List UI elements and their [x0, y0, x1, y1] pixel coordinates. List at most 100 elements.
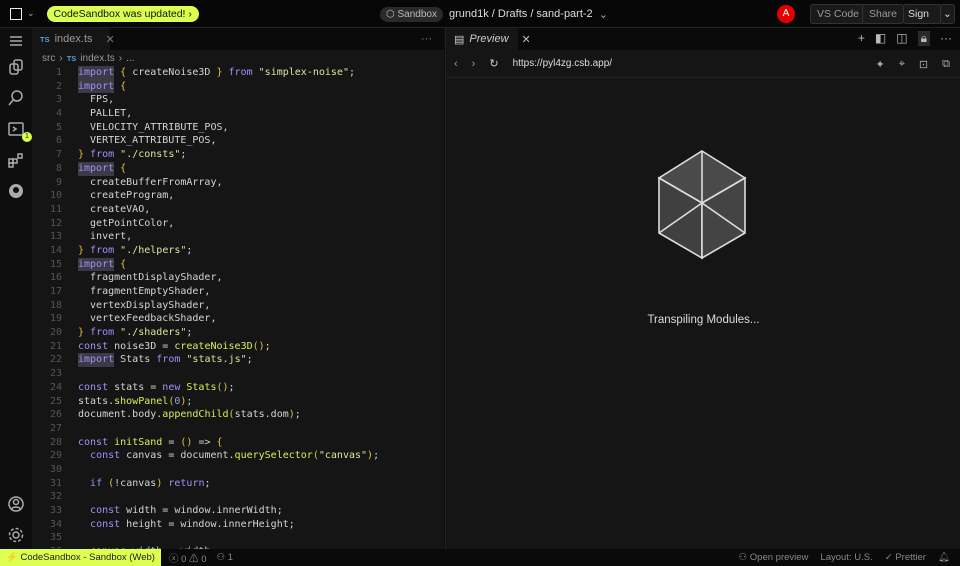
code-line[interactable]: 29 const canvas = document. querySelector…	[32, 449, 444, 463]
tab-index-ts[interactable]: TS index.ts ✕	[32, 28, 115, 50]
remote-status-button[interactable]: ⚡ CodeSandbox - Sandbox (Web)	[0, 549, 161, 566]
code-line[interactable]: 10 createProgram,	[32, 189, 444, 203]
refresh-icon[interactable]: ↻	[489, 57, 498, 70]
ports-button[interactable]: ⚇ 1	[216, 552, 232, 563]
split-view-icon[interactable]: ◫	[896, 31, 907, 46]
crosshair-icon[interactable]: ⌖	[899, 58, 905, 71]
sparkle-icon[interactable]: ✦	[876, 58, 885, 71]
extensions-icon[interactable]	[7, 151, 25, 169]
code-line[interactable]: 21 const noise3D = createNoise3D();	[32, 340, 444, 354]
code-editor[interactable]: TS index.ts ✕ ··· src › TS index.ts › ... 1 im…	[32, 28, 444, 557]
code-line[interactable]: 22 import Stats from "stats.js";	[32, 353, 444, 368]
code-line[interactable]: 4 PALLET,	[32, 107, 444, 121]
sign-in-dropdown[interactable]: ⌄	[940, 4, 955, 24]
code-line[interactable]: 12 getPointColor,	[32, 217, 444, 231]
files-icon[interactable]	[7, 58, 25, 76]
open-preview-button[interactable]: ⚇ Open preview	[739, 552, 809, 563]
code-line[interactable]: 31 if (!canvas) return;	[32, 477, 444, 491]
code-line[interactable]: 3 FPS,	[32, 93, 444, 107]
search-icon[interactable]	[7, 89, 25, 107]
code-token: ;	[348, 67, 355, 78]
code-line[interactable]: 6 VERTEX_ATTRIBUTE_POS,	[32, 134, 444, 148]
code-line[interactable]: 9 createBufferFromArray,	[32, 176, 444, 190]
tab-preview[interactable]: ▤ Preview ✕	[446, 28, 531, 50]
code-line[interactable]: 11 createVAO,	[32, 203, 444, 217]
update-label: CodeSandbox was updated!	[53, 7, 186, 20]
line-number: 35	[49, 532, 62, 544]
notifications-bell-icon[interactable]: 🔔︎	[938, 552, 950, 563]
code-line[interactable]: 15 import {	[32, 257, 444, 272]
open-new-window-icon[interactable]: ⧉	[942, 58, 950, 71]
share-button[interactable]: Share	[862, 4, 905, 24]
code-line[interactable]: 8 import {	[32, 161, 444, 176]
sign-in-button[interactable]: Sign In	[903, 4, 942, 38]
menu-icon[interactable]	[7, 32, 25, 50]
update-notice-button[interactable]: CodeSandbox was updated! ›	[46, 5, 199, 22]
code-line[interactable]: 14} from "./helpers";	[32, 244, 444, 258]
line-number: 18	[49, 299, 62, 311]
code-line[interactable]: 19 vertexFeedbackShader,	[32, 312, 444, 326]
code-line[interactable]: 33 const width = window.innerWidth;	[32, 504, 444, 518]
more-icon[interactable]: ···	[940, 31, 952, 46]
code-token: from	[228, 67, 253, 78]
code-line[interactable]: 23	[32, 367, 444, 381]
close-icon[interactable]: ✕	[522, 33, 531, 46]
breadcrumb-file[interactable]: index.ts	[80, 53, 114, 64]
code-line[interactable]: 7} from "./consts";	[32, 148, 444, 162]
problems-button[interactable]: ⓧ 0 ⚠ 0	[169, 551, 207, 565]
code-line[interactable]: 17 fragmentEmptyShader,	[32, 285, 444, 299]
code-line[interactable]: 1 import { createNoise3D } from "simplex-…	[32, 66, 444, 80]
toggle-panel-icon[interactable]: ◧	[875, 31, 886, 46]
code-line[interactable]: 16 fragmentDisplayShader,	[32, 271, 444, 285]
code-token: fragmentDisplayShader,	[78, 272, 223, 284]
code-line[interactable]: 32	[32, 490, 444, 504]
close-icon[interactable]: ✕	[106, 33, 115, 46]
account-icon[interactable]	[7, 495, 25, 513]
code-line[interactable]: 13 invert,	[32, 230, 444, 244]
breadcrumb-path[interactable]: grund1k / Drafts / sand-part-2	[449, 8, 593, 20]
code-line[interactable]: 24 const stats = new Stats();	[32, 381, 444, 395]
console-icon[interactable]: ⊡	[919, 58, 928, 71]
code-line[interactable]: 27	[32, 422, 444, 436]
add-icon[interactable]: +	[858, 31, 865, 46]
code-line[interactable]: 30	[32, 463, 444, 477]
codesandbox-loading-cube-icon	[657, 150, 747, 260]
chevron-down-icon[interactable]: ⌄	[27, 8, 35, 19]
terminal-icon[interactable]: 1	[7, 120, 32, 142]
vscode-button[interactable]: VS Code	[810, 4, 867, 24]
more-icon[interactable]: ···	[421, 33, 432, 45]
line-number: 10	[49, 190, 62, 202]
code-line[interactable]: 5 VELOCITY_ATTRIBUTE_POS,	[32, 121, 444, 135]
lock-icon[interactable]: 🔒︎	[917, 31, 930, 46]
code-line[interactable]: 34 const height = window.innerHeight;	[32, 518, 444, 532]
settings-gear-icon[interactable]	[7, 526, 25, 544]
preview-pane: ▤ Preview ✕ + ◧ ◫ 🔒︎ ··· ‹ › ↻ https://pyl…	[445, 28, 960, 549]
code-token: createVAO,	[78, 203, 151, 215]
line-number: 17	[49, 286, 62, 297]
typescript-icon: TS	[66, 53, 77, 63]
code-token: {	[114, 80, 127, 92]
breadcrumb-symbol[interactable]: ...	[126, 53, 134, 64]
code-line[interactable]: 2 import {	[32, 79, 444, 94]
code-line[interactable]: 20} from "./shaders";	[32, 326, 444, 340]
prettier-button[interactable]: ✓ Prettier	[885, 552, 926, 563]
keyboard-layout-button[interactable]: Layout: U.S.	[820, 552, 872, 563]
line-number: 15	[49, 258, 62, 270]
url-input[interactable]: https://pyl4zg.csb.app/	[513, 58, 613, 69]
line-number: 27	[49, 422, 62, 434]
forward-icon[interactable]: ›	[472, 58, 476, 70]
code-token: Stats	[114, 354, 157, 366]
code-line[interactable]: 26 document.body. appendChild(stats.dom);	[32, 408, 444, 422]
code-lines[interactable]: 1 import { createNoise3D } from "simplex-…	[32, 66, 444, 559]
code-line[interactable]: 18 vertexDisplayShader,	[32, 299, 444, 313]
avatar[interactable]: A	[777, 5, 795, 23]
back-icon[interactable]: ‹	[454, 58, 458, 70]
chevron-down-icon[interactable]: ⌄	[599, 8, 608, 21]
breadcrumb-src[interactable]: src	[42, 53, 55, 64]
code-line[interactable]: 25 stats. showPanel(0);	[32, 395, 444, 409]
github-icon[interactable]	[7, 182, 25, 200]
code-line[interactable]: 35	[32, 531, 444, 545]
codesandbox-logo-icon[interactable]	[10, 7, 22, 20]
code-line[interactable]: 28 const initSand = () => {	[32, 436, 444, 450]
code-token: from	[156, 354, 181, 366]
